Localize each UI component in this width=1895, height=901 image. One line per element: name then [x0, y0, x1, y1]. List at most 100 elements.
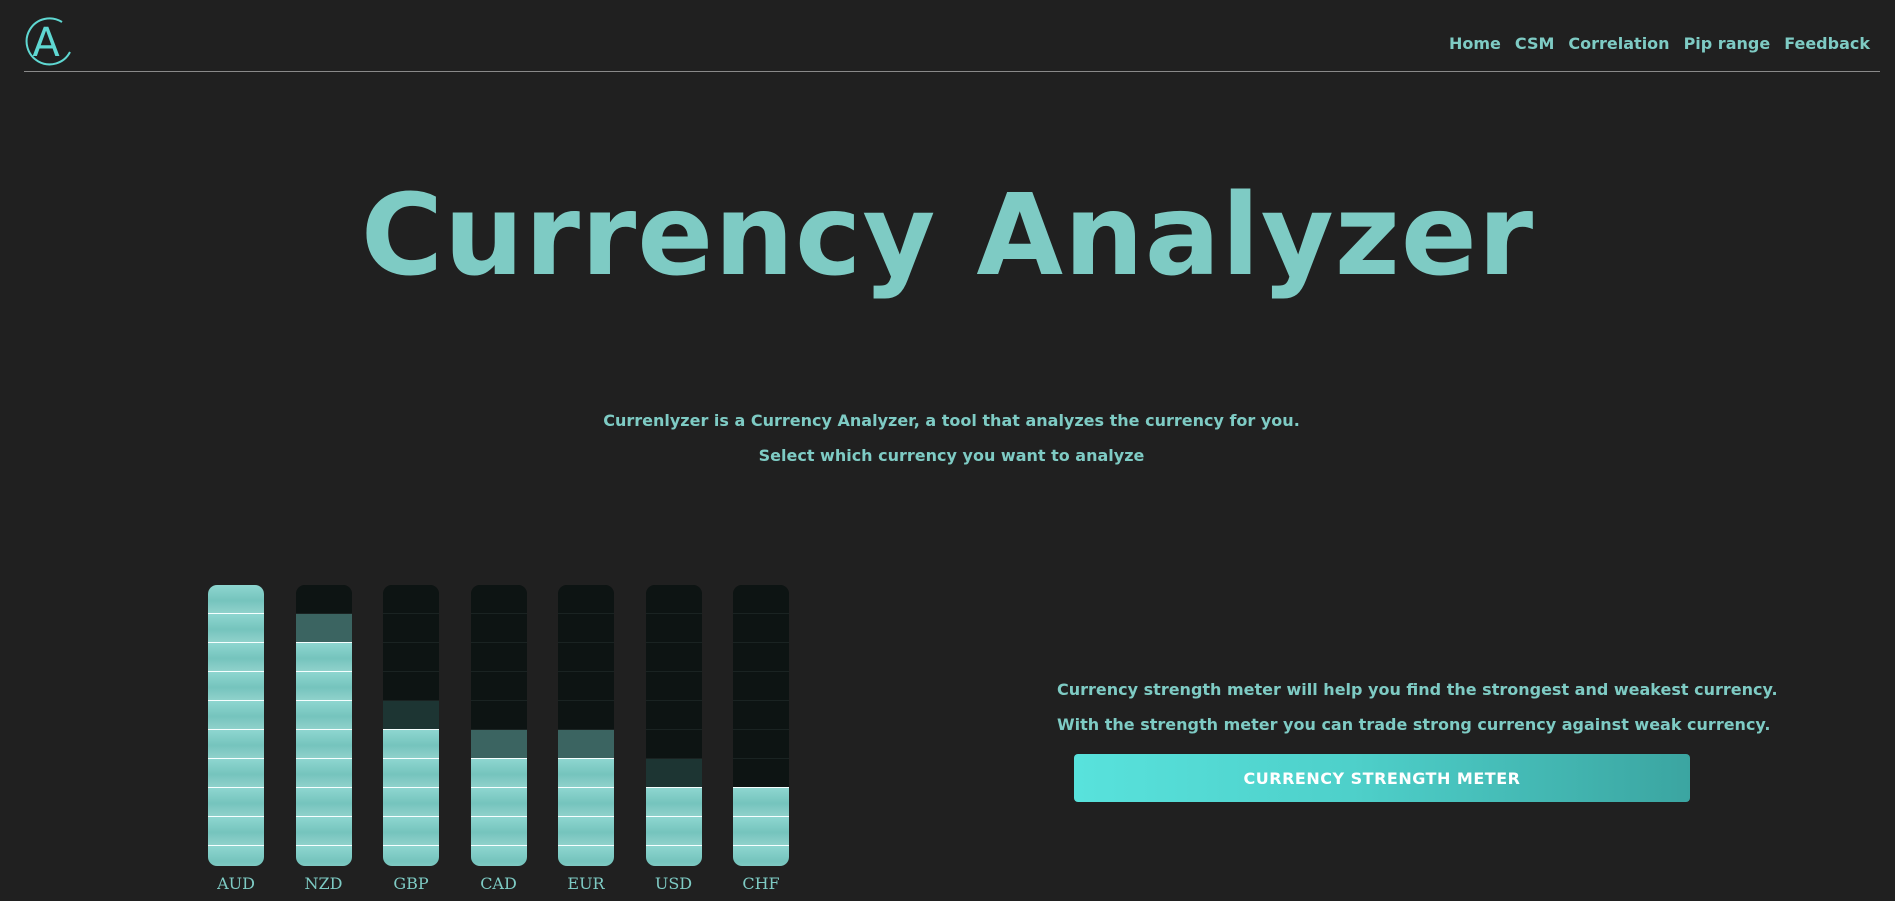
segment-divider [645, 729, 702, 730]
strength-segment [295, 817, 352, 845]
logo-letter: A [32, 20, 60, 66]
strength-segment [645, 701, 702, 729]
strength-segment [383, 672, 439, 700]
strength-segment [383, 614, 439, 642]
segment-divider [208, 700, 264, 701]
segment-divider [295, 816, 352, 817]
segment-divider [733, 816, 789, 817]
segment-divider [558, 816, 614, 817]
strength-segment [558, 672, 614, 700]
strength-segment [208, 730, 264, 758]
strength-segment [470, 759, 527, 787]
segment-divider [733, 845, 789, 846]
currency-label: CAD [480, 874, 517, 893]
segment-divider [208, 642, 264, 643]
currency-label: NZD [304, 874, 343, 893]
strength-bar[interactable] [558, 585, 614, 866]
strength-segment [558, 846, 614, 866]
csm-hint: With the strength meter you can trade st… [1057, 715, 1771, 734]
currency-label: CHF [742, 874, 780, 893]
segment-divider [383, 700, 439, 701]
strength-segment [645, 788, 702, 816]
strength-segment [470, 672, 527, 700]
strength-segment [295, 788, 352, 816]
segment-divider [208, 845, 264, 846]
segment-divider [383, 642, 439, 643]
segment-divider [733, 671, 789, 672]
currency-label: AUD [217, 874, 255, 893]
strength-segment [295, 846, 352, 866]
strength-segment [558, 730, 614, 758]
strength-segment [208, 585, 264, 613]
strength-segment [295, 701, 352, 729]
nav-csm[interactable]: CSM [1515, 34, 1554, 53]
strength-segment [383, 643, 439, 671]
strength-segment [558, 759, 614, 787]
strength-segment [470, 585, 527, 613]
strength-segment [295, 730, 352, 758]
strength-bar[interactable] [383, 585, 439, 866]
segment-divider [295, 787, 352, 788]
strength-segment [733, 730, 789, 758]
strength-bar[interactable] [470, 585, 527, 866]
strength-segment [208, 759, 264, 787]
strength-segment [383, 759, 439, 787]
segment-divider [645, 613, 702, 614]
strength-segment [470, 701, 527, 729]
segment-divider [470, 700, 527, 701]
currency-label: USD [654, 874, 693, 893]
strength-segment [733, 701, 789, 729]
segment-divider [558, 845, 614, 846]
nav-feedback[interactable]: Feedback [1784, 34, 1870, 53]
strength-segment [733, 585, 789, 613]
segment-divider [645, 845, 702, 846]
segment-divider [295, 729, 352, 730]
segment-divider [733, 729, 789, 730]
segment-divider [733, 787, 789, 788]
segment-divider [733, 613, 789, 614]
strength-bar[interactable] [645, 585, 702, 866]
strength-segment [733, 846, 789, 866]
strength-segment [383, 788, 439, 816]
strength-segment [733, 788, 789, 816]
strength-segment [470, 817, 527, 845]
strength-segment [295, 585, 352, 613]
strength-segment [558, 701, 614, 729]
segment-divider [383, 729, 439, 730]
segment-divider [470, 787, 527, 788]
strength-bar[interactable] [208, 585, 264, 866]
strength-segment [208, 643, 264, 671]
strength-segment [558, 643, 614, 671]
segment-divider [470, 845, 527, 846]
nav-correlation[interactable]: Correlation [1568, 34, 1669, 53]
segment-divider [470, 642, 527, 643]
segment-divider [295, 700, 352, 701]
segment-divider [295, 642, 352, 643]
strength-segment [208, 614, 264, 642]
segment-divider [208, 613, 264, 614]
strength-segment [733, 672, 789, 700]
strength-segment [733, 759, 789, 787]
strength-bar[interactable] [295, 585, 352, 866]
strength-segment [470, 846, 527, 866]
strength-segment [645, 672, 702, 700]
strength-segment [733, 614, 789, 642]
strength-segment [645, 759, 702, 787]
strength-segment [645, 817, 702, 845]
page-title: Currency Analyzer [360, 171, 1535, 301]
segment-divider [208, 671, 264, 672]
strength-bar[interactable] [733, 585, 789, 866]
segment-divider [208, 816, 264, 817]
nav-pip-range[interactable]: Pip range [1684, 34, 1771, 53]
segment-divider [208, 729, 264, 730]
strength-segment [295, 672, 352, 700]
nav-home[interactable]: Home [1449, 34, 1501, 53]
logo-icon[interactable]: A [24, 16, 74, 68]
segment-divider [470, 613, 527, 614]
segment-divider [558, 671, 614, 672]
currency-strength-meter-button[interactable]: CURRENCY STRENGTH METER [1074, 754, 1690, 802]
strength-segment [383, 730, 439, 758]
strength-segment [383, 846, 439, 866]
strength-segment [733, 817, 789, 845]
main-nav: Home CSM Correlation Pip range Feedback [1449, 34, 1870, 53]
